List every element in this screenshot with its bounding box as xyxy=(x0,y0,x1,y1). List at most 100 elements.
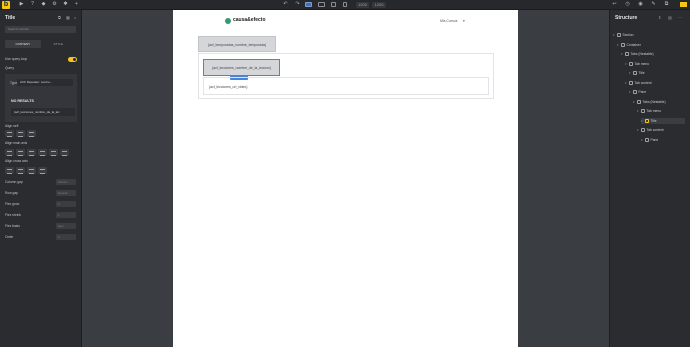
redo-icon[interactable]: ↷ xyxy=(295,2,300,7)
chevron-down-icon[interactable]: ▾ xyxy=(625,61,627,67)
undo-icon[interactable]: ↶ xyxy=(283,2,288,7)
structure-item-label: Section xyxy=(622,33,634,37)
tab-title-selected[interactable]: {acf_lecciones_nombre_de_la_leccion} xyxy=(203,59,280,76)
flex-shrink-input[interactable]: 1 xyxy=(56,212,76,218)
panel-title: Title xyxy=(5,15,16,21)
element-type-icon xyxy=(640,128,645,132)
laptop-view-icon[interactable] xyxy=(318,2,325,7)
chevron-down-icon[interactable]: ▾ xyxy=(629,70,631,76)
align-self-center-button[interactable] xyxy=(16,130,25,137)
view-page-icon[interactable]: ◉ xyxy=(638,2,643,7)
structure-item-label: Tab content xyxy=(634,80,652,85)
chevron-down-icon[interactable]: ▾ xyxy=(641,118,643,124)
field-label-row-gap: Row gap xyxy=(5,191,19,195)
main-axis-between-button[interactable] xyxy=(38,149,47,156)
chevron-down-icon[interactable]: ▾ xyxy=(633,99,635,105)
main-axis-evenly-button[interactable] xyxy=(60,149,69,156)
builder-logo[interactable]: b xyxy=(2,1,10,9)
row-gap-input[interactable]: Generic xyxy=(56,190,76,196)
more-icon[interactable]: ⋯ xyxy=(678,16,682,20)
edit-icon[interactable]: ✎ xyxy=(651,2,656,7)
structure-item[interactable]: ▾ Title xyxy=(629,70,685,76)
main-axis-center-button[interactable] xyxy=(16,149,25,156)
save-button[interactable] xyxy=(680,2,687,7)
column-gap-input[interactable]: Column xyxy=(56,179,76,185)
tab-content-pane[interactable]: {acf_lecciones_url_video} xyxy=(203,77,489,95)
query-label: Query xyxy=(5,66,14,70)
element-type-icon xyxy=(632,90,637,94)
cross-axis-end-button[interactable] xyxy=(27,167,36,174)
add-icon[interactable]: + xyxy=(74,2,79,7)
structure-item[interactable]: ▾ Tab content xyxy=(637,127,685,133)
canvas-zoom-input[interactable]: 1200 xyxy=(372,2,386,8)
expand-icon[interactable]: ⇕ xyxy=(658,16,662,20)
chevron-down-icon[interactable]: ▾ xyxy=(637,127,639,133)
structure-item[interactable]: ▾ Tab menu xyxy=(625,61,685,67)
cross-axis-stretch-button[interactable] xyxy=(38,167,47,174)
close-icon[interactable]: × xyxy=(74,16,78,20)
nav-menu-dropdown[interactable]: Mis Cursos xyxy=(440,19,458,23)
main-axis-end-button[interactable] xyxy=(27,149,36,156)
align-self-label: Align self xyxy=(5,124,19,128)
season-title-block[interactable]: {acf_temporadas_nombre_temporada} xyxy=(198,36,276,52)
layers-icon[interactable]: ▤ xyxy=(668,16,672,20)
history-icon[interactable]: ◷ xyxy=(625,2,630,7)
search-input[interactable]: Search controls xyxy=(5,26,76,33)
structure-item[interactable]: ▾ Tab content xyxy=(625,80,685,86)
tab-style[interactable]: STYLE xyxy=(41,40,77,48)
order-input[interactable]: 0 xyxy=(56,234,76,240)
main-axis-start-button[interactable] xyxy=(5,149,14,156)
tab-content[interactable]: CONTENT xyxy=(5,40,41,48)
structure-item[interactable]: ▾ Section xyxy=(613,32,685,38)
field-label-column-gap: Column gap xyxy=(5,180,23,184)
use-query-loop-toggle[interactable] xyxy=(68,57,77,62)
structure-item[interactable]: ▾ Tabs (Nestable) xyxy=(621,51,685,57)
main-axis-around-button[interactable] xyxy=(49,149,58,156)
align-self-start-button[interactable] xyxy=(5,130,14,137)
cross-axis-center-button[interactable] xyxy=(16,167,25,174)
element-type-icon xyxy=(632,71,637,75)
structure-item[interactable]: ▾ Pane xyxy=(629,89,685,95)
help-icon[interactable]: ? xyxy=(30,2,35,7)
copy-icon[interactable]: ⧉ xyxy=(58,16,62,20)
grid-icon[interactable]: ▦ xyxy=(66,16,70,20)
mobile-view-icon[interactable] xyxy=(343,2,347,7)
chevron-down-icon[interactable]: ▾ xyxy=(617,42,619,48)
settings-icon[interactable]: ⚙ xyxy=(52,2,57,7)
structure-item-label: Tab menu xyxy=(646,109,661,113)
query-type-select[interactable]: ACF Repeater: Leccio... xyxy=(17,79,73,86)
structure-item-label: Tab menu xyxy=(634,61,649,66)
canvas-width-input[interactable]: 1200 xyxy=(356,2,369,8)
chevron-down-icon[interactable]: ▾ xyxy=(637,108,639,114)
chevron-down-icon[interactable]: ▾ xyxy=(463,19,465,23)
cross-axis-start-button[interactable] xyxy=(5,167,14,174)
tablet-view-icon[interactable] xyxy=(331,2,336,7)
structure-item[interactable]: ▾ Title xyxy=(641,117,685,124)
top-toolbar: b ▶ ? ◆ ⚙ ✱ + ↶ ↷ 1200 1200 ↩ ◷ ◉ ✎ ⧉ xyxy=(0,0,690,10)
query-item[interactable]: {acf_lecciones_nombre_de_la_lec xyxy=(11,108,75,116)
flex-basis-input[interactable]: auto xyxy=(56,223,76,229)
no-results-label: NO RESULTS xyxy=(11,99,34,103)
structure-item[interactable]: ▾ Tab menu xyxy=(637,108,685,114)
play-icon[interactable]: ▶ xyxy=(19,2,24,7)
components-icon[interactable]: ◆ xyxy=(41,2,46,7)
field-label-flex-grow: Flex grow xyxy=(5,202,20,206)
brand-logo-icon xyxy=(225,18,231,24)
chevron-down-icon[interactable]: ▾ xyxy=(621,51,623,57)
structure-item[interactable]: ▾ Pane xyxy=(641,137,685,143)
chevron-down-icon[interactable]: ▾ xyxy=(629,89,631,95)
element-type-icon xyxy=(644,137,649,142)
chevron-down-icon[interactable]: ▾ xyxy=(641,137,643,143)
structure-item[interactable]: ▾ Container xyxy=(617,42,685,48)
back-icon[interactable]: ↩ xyxy=(612,2,617,7)
structure-item-label: Tabs (Nestable) xyxy=(642,99,666,104)
desktop-view-icon[interactable] xyxy=(305,2,312,7)
element-type-icon xyxy=(636,99,641,104)
flex-grow-input[interactable]: 0 xyxy=(56,201,76,207)
structure-item[interactable]: ▾ Tabs (Nestable) xyxy=(633,99,685,105)
chevron-down-icon[interactable]: ▾ xyxy=(613,32,615,38)
chevron-down-icon[interactable]: ▾ xyxy=(625,80,627,86)
preview-icon[interactable]: ⧉ xyxy=(664,2,669,7)
gear-icon[interactable]: ✱ xyxy=(63,2,68,7)
align-self-end-button[interactable] xyxy=(27,130,36,137)
